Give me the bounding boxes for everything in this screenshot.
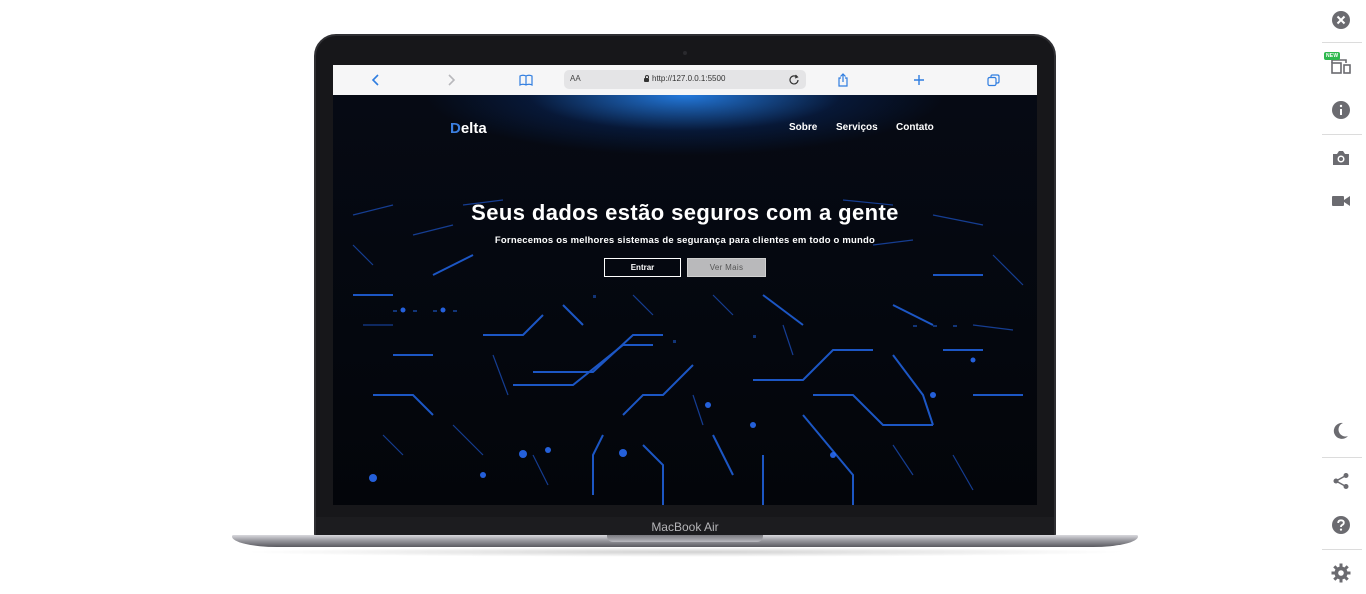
responsive-devices-button[interactable]: NEW <box>1316 46 1366 86</box>
browser-toolbar: AA http://127.0.0.1:5500 <box>333 65 1037 96</box>
url-value: http://127.0.0.1:5500 <box>652 74 726 83</box>
separator <box>1322 457 1362 458</box>
separator <box>1322 549 1362 550</box>
settings-icon <box>1331 563 1351 583</box>
webcam <box>683 51 687 55</box>
camera-icon <box>1333 151 1349 165</box>
logo-rest: elta <box>460 120 487 137</box>
settings-button[interactable] <box>1316 553 1366 593</box>
lock-icon <box>644 74 649 82</box>
record-video-button[interactable] <box>1316 181 1366 221</box>
share-icon <box>1333 473 1349 489</box>
logo-initial: D <box>450 120 461 137</box>
dark-mode-icon <box>1333 422 1348 439</box>
reload-icon[interactable] <box>788 73 800 91</box>
screenshot-button[interactable] <box>1316 138 1366 178</box>
circuit-background <box>352 199 1024 505</box>
site-logo[interactable]: Delta <box>450 120 487 137</box>
laptop-chin: MacBook Air <box>316 517 1054 537</box>
reader-aa[interactable]: AA <box>570 74 581 83</box>
entrar-button[interactable]: Entrar <box>604 258 681 277</box>
hero-subtitle: Fornecemos os melhores sistemas de segur… <box>494 235 876 246</box>
share-button[interactable] <box>1316 461 1366 501</box>
share-icon[interactable] <box>835 72 851 88</box>
video-icon <box>1332 196 1350 206</box>
new-tab-icon[interactable] <box>911 72 927 88</box>
help-icon <box>1332 516 1350 534</box>
nav-link-servicos[interactable]: Serviços <box>836 122 878 133</box>
ver-mais-button[interactable]: Ver Mais <box>687 258 766 277</box>
nav-link-contato[interactable]: Contato <box>896 122 934 133</box>
website: Delta Sobre Serviços Contato Seus dados … <box>333 95 1037 505</box>
tool-sidebar: NEW <box>1316 0 1366 594</box>
separator <box>1322 42 1362 43</box>
new-badge: NEW <box>1324 52 1341 60</box>
device-label: MacBook Air <box>651 520 719 534</box>
help-button[interactable] <box>1316 505 1366 545</box>
url-text: http://127.0.0.1:5500 <box>644 74 725 83</box>
close-button[interactable] <box>1316 0 1366 40</box>
bookmarks-icon[interactable] <box>518 72 534 88</box>
separator <box>1322 134 1362 135</box>
address-bar[interactable]: AA http://127.0.0.1:5500 <box>564 70 806 89</box>
back-icon[interactable] <box>368 72 384 88</box>
close-icon <box>1332 11 1350 29</box>
forward-icon[interactable] <box>443 72 459 88</box>
tabs-icon[interactable] <box>985 72 1001 88</box>
hero-title: Seus dados estão seguros com a gente <box>471 200 899 225</box>
laptop-shadow <box>240 547 1130 557</box>
info-button[interactable] <box>1316 90 1366 130</box>
laptop-notch <box>607 535 763 542</box>
dark-mode-button[interactable] <box>1316 411 1366 451</box>
nav-link-sobre[interactable]: Sobre <box>789 122 817 133</box>
info-icon <box>1332 101 1350 119</box>
laptop-screen: AA http://127.0.0.1:5500 Delta Sobre Ser… <box>333 65 1037 505</box>
